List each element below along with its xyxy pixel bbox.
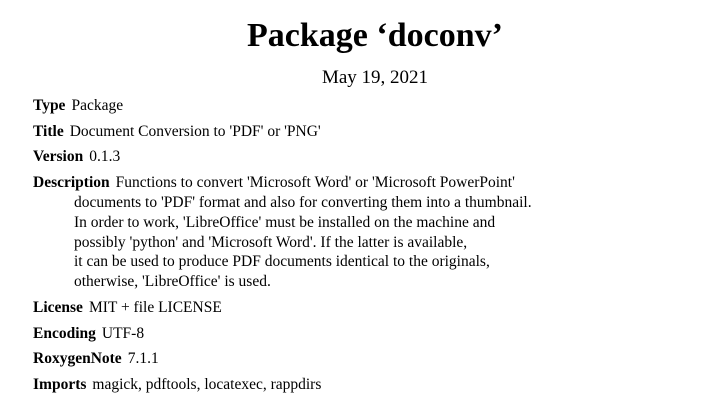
field-description-key: Description bbox=[33, 174, 110, 191]
field-version: Version 0.1.3 bbox=[33, 147, 120, 167]
field-description: Description Functions to convert 'Microso… bbox=[33, 173, 515, 193]
document-page: Package ‘doconv’ May 19, 2021 Type Packag… bbox=[0, 0, 726, 402]
field-roxygennote: RoxygenNote 7.1.1 bbox=[33, 349, 159, 369]
field-imports-value: magick, pdftools, locatexec, rappdirs bbox=[92, 376, 322, 393]
field-encoding: Encoding UTF-8 bbox=[33, 324, 144, 344]
field-type: Type Package bbox=[33, 96, 123, 116]
field-title-key: Title bbox=[33, 123, 64, 140]
description-line: otherwise, 'LibreOffice' is used. bbox=[74, 273, 271, 291]
field-description-first-line: Functions to convert 'Microsoft Word' or… bbox=[115, 174, 515, 191]
description-line: possibly 'python' and 'Microsoft Word'. … bbox=[74, 233, 468, 251]
description-line: it can be used to produce PDF documents … bbox=[74, 253, 490, 271]
field-description-continuation: documents to 'PDF' format and also for c… bbox=[74, 193, 532, 292]
page-title: Package ‘doconv’ bbox=[247, 17, 503, 54]
description-line: In order to work, 'LibreOffice' must be … bbox=[74, 213, 496, 231]
description-line: documents to 'PDF' format and also for c… bbox=[74, 194, 532, 211]
page-date: May 19, 2021 bbox=[321, 67, 429, 88]
field-imports: Imports magick, pdftools, locatexec, rapp… bbox=[33, 375, 321, 395]
field-imports-key: Imports bbox=[33, 376, 87, 393]
field-encoding-value: UTF-8 bbox=[101, 325, 145, 342]
field-type-value: Package bbox=[71, 97, 124, 114]
field-encoding-key: Encoding bbox=[33, 325, 96, 342]
field-roxygennote-key: RoxygenNote bbox=[33, 350, 122, 367]
field-version-value: 0.1.3 bbox=[89, 148, 121, 165]
field-title-value: Document Conversion to 'PDF' or 'PNG' bbox=[69, 123, 321, 140]
field-title: Title Document Conversion to 'PDF' or 'PN… bbox=[33, 122, 321, 142]
field-roxygennote-value: 7.1.1 bbox=[127, 350, 159, 367]
field-license-value: MIT + file LICENSE bbox=[88, 299, 222, 316]
field-type-key: Type bbox=[33, 97, 66, 114]
field-version-key: Version bbox=[33, 148, 84, 165]
field-license-key: License bbox=[33, 299, 83, 316]
field-license: License MIT + file LICENSE bbox=[33, 298, 222, 318]
